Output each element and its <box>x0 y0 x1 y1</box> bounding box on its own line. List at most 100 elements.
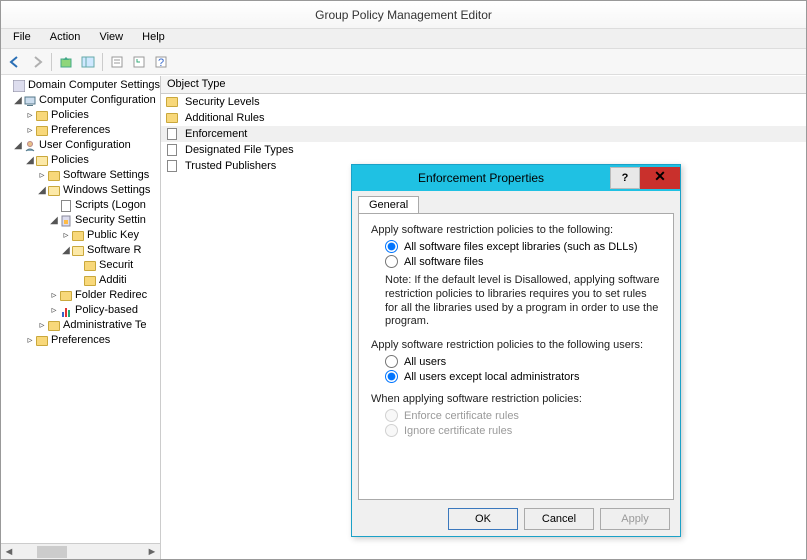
tree-scripts[interactable]: Scripts (Logon <box>3 198 160 213</box>
toolbar-separator <box>51 53 52 71</box>
radio-ignore-cert: Ignore certificate rules <box>385 424 661 437</box>
folder-open-icon <box>35 154 49 168</box>
radio-all-software-files[interactable]: All software files <box>385 255 661 268</box>
note-text: Note: If the default level is Disallowed… <box>385 274 661 329</box>
radio-all-except-libraries[interactable]: All software files except libraries (suc… <box>385 240 661 253</box>
menu-view[interactable]: View <box>91 29 131 45</box>
list-item-label: Designated File Types <box>185 144 294 156</box>
list-item-label: Security Levels <box>185 96 260 108</box>
tree-hscrollbar[interactable]: ◄ ► <box>1 543 160 559</box>
tree-label: Policies <box>51 108 89 123</box>
section-files-label: Apply software restriction policies to t… <box>371 224 661 236</box>
list-item-label: Additional Rules <box>185 112 265 124</box>
radio-input[interactable] <box>385 255 398 268</box>
tree-security-settings[interactable]: ◢Security Settin <box>3 213 160 228</box>
tree-comp-preferences[interactable]: ▹Preferences <box>3 123 160 138</box>
tree-folder-redirection[interactable]: ▹Folder Redirec <box>3 288 160 303</box>
tree-user-policies[interactable]: ◢Policies <box>3 153 160 168</box>
cancel-button[interactable]: Cancel <box>524 508 594 530</box>
folder-icon <box>47 169 61 183</box>
svg-text:?: ? <box>158 57 164 69</box>
back-button[interactable] <box>5 52 25 72</box>
menu-help[interactable]: Help <box>134 29 173 45</box>
folder-icon <box>71 229 85 243</box>
list-item-label: Trusted Publishers <box>185 160 276 172</box>
section-cert-label: When applying software restriction polic… <box>371 393 661 405</box>
app-window: Group Policy Management Editor File Acti… <box>0 0 807 560</box>
tree-label: Computer Configuration <box>39 93 156 108</box>
radio-label: All users except local administrators <box>404 371 579 383</box>
list-header-object-type[interactable]: Object Type <box>161 76 806 94</box>
enforcement-properties-dialog: Enforcement Properties ? ✕ General Apply… <box>351 164 681 537</box>
tree-label: Policies <box>51 153 89 168</box>
list-item-label: Enforcement <box>185 128 247 140</box>
radio-label: Enforce certificate rules <box>404 410 519 422</box>
folder-icon <box>35 109 49 123</box>
tree: Domain Computer Settings ◢Computer Confi… <box>1 76 160 348</box>
menu-action[interactable]: Action <box>42 29 89 45</box>
folder-icon <box>59 289 73 303</box>
script-icon <box>59 199 73 213</box>
folder-icon <box>83 259 97 273</box>
tree-label: Scripts (Logon <box>75 198 146 213</box>
help-button[interactable]: ? <box>151 52 171 72</box>
chart-icon <box>59 304 73 318</box>
document-icon <box>165 127 179 141</box>
radio-input[interactable] <box>385 355 398 368</box>
dialog-help-button[interactable]: ? <box>610 167 640 189</box>
folder-icon <box>83 274 97 288</box>
radio-label: Ignore certificate rules <box>404 425 512 437</box>
dialog-close-button[interactable]: ✕ <box>640 167 680 189</box>
scroll-right-icon[interactable]: ► <box>144 546 160 558</box>
tree-comp-policies[interactable]: ▹Policies <box>3 108 160 123</box>
tree-computer-configuration[interactable]: ◢Computer Configuration <box>3 93 160 108</box>
tree-label: Additi <box>99 273 127 288</box>
refresh-button[interactable] <box>129 52 149 72</box>
tree-user-configuration[interactable]: ◢User Configuration <box>3 138 160 153</box>
show-hide-tree-button[interactable] <box>78 52 98 72</box>
folder-open-icon <box>47 184 61 198</box>
user-icon <box>23 139 37 153</box>
tree-windows-settings[interactable]: ◢Windows Settings <box>3 183 160 198</box>
list-item[interactable]: Additional Rules <box>161 110 806 126</box>
dialog-titlebar[interactable]: Enforcement Properties ? ✕ <box>352 165 680 191</box>
computer-icon <box>23 94 37 108</box>
console-icon <box>13 79 26 93</box>
tree-pane[interactable]: Domain Computer Settings ◢Computer Confi… <box>1 76 161 559</box>
scroll-left-icon[interactable]: ◄ <box>1 546 17 558</box>
dialog-title: Enforcement Properties <box>352 171 610 185</box>
tree-software-restriction[interactable]: ◢Software R <box>3 243 160 258</box>
ok-button[interactable]: OK <box>448 508 518 530</box>
tree-public-key[interactable]: ▹Public Key <box>3 228 160 243</box>
folder-icon <box>165 111 179 125</box>
radio-input[interactable] <box>385 370 398 383</box>
list-item[interactable]: Security Levels <box>161 94 806 110</box>
radio-enforce-cert: Enforce certificate rules <box>385 409 661 422</box>
list-item[interactable]: Enforcement <box>161 126 806 142</box>
tree-software-settings[interactable]: ▹Software Settings <box>3 168 160 183</box>
properties-button[interactable] <box>107 52 127 72</box>
tree-admin-templates[interactable]: ▹Administrative Te <box>3 318 160 333</box>
tree-security-levels[interactable]: Securit <box>3 258 160 273</box>
tab-general[interactable]: General <box>358 196 419 213</box>
dialog-button-row: OK Cancel Apply <box>448 508 670 530</box>
radio-all-users[interactable]: All users <box>385 355 661 368</box>
section-users-label: Apply software restriction policies to t… <box>371 339 661 351</box>
tree-label: Administrative Te <box>63 318 147 333</box>
tree-additional-rules[interactable]: Additi <box>3 273 160 288</box>
forward-button[interactable] <box>27 52 47 72</box>
tree-label: Securit <box>99 258 133 273</box>
radio-input <box>385 409 398 422</box>
tree-label: Security Settin <box>75 213 146 228</box>
up-button[interactable] <box>56 52 76 72</box>
tree-root[interactable]: Domain Computer Settings <box>3 78 160 93</box>
tree-user-preferences[interactable]: ▹Preferences <box>3 333 160 348</box>
radio-input[interactable] <box>385 240 398 253</box>
tree-policy-based[interactable]: ▹Policy-based <box>3 303 160 318</box>
security-icon <box>59 214 73 228</box>
list-item[interactable]: Designated File Types <box>161 142 806 158</box>
radio-all-users-except-admins[interactable]: All users except local administrators <box>385 370 661 383</box>
tree-label: Software Settings <box>63 168 149 183</box>
scroll-thumb[interactable] <box>37 546 67 558</box>
menu-file[interactable]: File <box>5 29 39 45</box>
